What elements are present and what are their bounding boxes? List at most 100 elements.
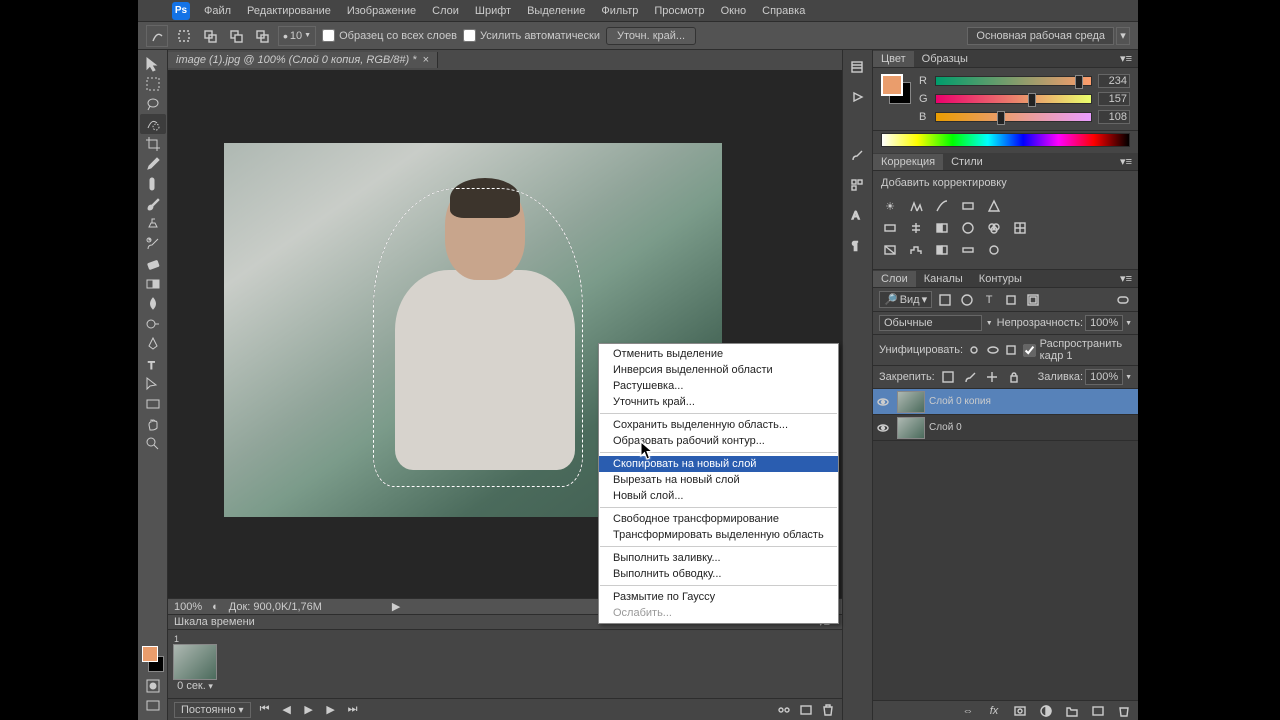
- menu-edit[interactable]: Редактирование: [239, 2, 339, 20]
- unify-position-icon[interactable]: [967, 342, 982, 358]
- layer-thumbnail[interactable]: [897, 391, 925, 413]
- panel-menu-icon[interactable]: ▾≡: [1114, 153, 1138, 170]
- lock-transparency-icon[interactable]: [939, 369, 957, 385]
- visibility-toggle-icon[interactable]: [873, 421, 893, 435]
- eyedropper-tool[interactable]: [140, 154, 166, 174]
- first-frame-icon[interactable]: ⏮: [257, 703, 273, 717]
- move-tool[interactable]: [140, 54, 166, 74]
- layer-thumbnail[interactable]: [897, 417, 925, 439]
- g-value[interactable]: 157: [1098, 92, 1130, 106]
- refine-edge-button[interactable]: Уточн. край...: [606, 27, 696, 45]
- adj-curves-icon[interactable]: [933, 198, 951, 214]
- context-menu-item[interactable]: Уточнить край...: [599, 394, 838, 410]
- adj-channel-mixer-icon[interactable]: [985, 220, 1003, 236]
- path-selection-tool[interactable]: [140, 374, 166, 394]
- r-slider[interactable]: [935, 76, 1092, 86]
- close-tab-icon[interactable]: ×: [423, 54, 429, 66]
- layer-row[interactable]: Слой 0 копия: [873, 389, 1138, 415]
- workspace-dropdown-icon[interactable]: ▾: [1116, 27, 1130, 45]
- lock-pixels-icon[interactable]: [961, 369, 979, 385]
- character-panel-icon[interactable]: A: [845, 204, 869, 226]
- prev-frame-icon[interactable]: ◀: [279, 703, 295, 717]
- context-menu-item[interactable]: Свободное трансформирование: [599, 511, 838, 527]
- zoom-level[interactable]: 100%: [174, 601, 202, 613]
- sample-all-layers-checkbox[interactable]: Образец со всех слоев: [322, 29, 457, 42]
- tween-icon[interactable]: [776, 703, 792, 717]
- new-layer-icon[interactable]: [1090, 703, 1106, 719]
- link-layers-icon[interactable]: ⇔: [960, 703, 976, 719]
- filter-shape-icon[interactable]: [1002, 292, 1020, 308]
- delete-layer-icon[interactable]: [1116, 703, 1132, 719]
- adjustment-layer-icon[interactable]: [1038, 703, 1054, 719]
- context-menu-item[interactable]: Выполнить заливку...: [599, 550, 838, 566]
- menu-filter[interactable]: Фильтр: [593, 2, 646, 20]
- rectangle-tool[interactable]: [140, 394, 166, 414]
- workspace-select[interactable]: Основная рабочая среда: [967, 27, 1114, 45]
- r-value[interactable]: 234: [1098, 74, 1130, 88]
- type-tool[interactable]: T: [140, 354, 166, 374]
- tab-layers[interactable]: Слои: [873, 271, 916, 287]
- adj-invert-icon[interactable]: [881, 242, 899, 258]
- paragraph-panel-icon[interactable]: ¶: [845, 234, 869, 256]
- subtract-selection-icon[interactable]: [226, 26, 246, 46]
- menu-layer[interactable]: Слои: [424, 2, 467, 20]
- fill-input[interactable]: 100%: [1085, 369, 1123, 385]
- brush-tool[interactable]: [140, 194, 166, 214]
- zoom-tool[interactable]: [140, 434, 166, 454]
- b-slider[interactable]: [935, 112, 1092, 122]
- lasso-tool[interactable]: [140, 94, 166, 114]
- context-menu-item[interactable]: Растушевка...: [599, 378, 838, 394]
- adj-gradient-map-icon[interactable]: [959, 242, 977, 258]
- pen-tool[interactable]: [140, 334, 166, 354]
- layer-row[interactable]: Слой 0: [873, 415, 1138, 441]
- marquee-tool[interactable]: [140, 74, 166, 94]
- last-frame-icon[interactable]: ⏭: [345, 703, 361, 717]
- adj-exposure-icon[interactable]: [959, 198, 977, 214]
- menu-help[interactable]: Справка: [754, 2, 813, 20]
- adj-brightness-icon[interactable]: ☀: [881, 198, 899, 214]
- panel-menu-icon[interactable]: ▾≡: [1114, 50, 1138, 67]
- screen-mode[interactable]: [140, 696, 166, 716]
- menu-select[interactable]: Выделение: [519, 2, 593, 20]
- context-menu-item[interactable]: Образовать рабочий контур...: [599, 433, 838, 449]
- timeline-frame[interactable]: 1 0 сек. ▾: [172, 634, 218, 694]
- frame-thumbnail[interactable]: [173, 644, 217, 680]
- adj-color-balance-icon[interactable]: [907, 220, 925, 236]
- quick-selection-tool[interactable]: [140, 114, 166, 134]
- opacity-input[interactable]: 100%: [1085, 315, 1123, 331]
- brush-panel-icon[interactable]: [845, 144, 869, 166]
- layer-style-icon[interactable]: fx: [986, 703, 1002, 719]
- add-selection-icon[interactable]: [200, 26, 220, 46]
- context-menu-item[interactable]: Размытие по Гауссу: [599, 589, 838, 605]
- b-value[interactable]: 108: [1098, 110, 1130, 124]
- menu-file[interactable]: Файл: [196, 2, 239, 20]
- history-brush-tool[interactable]: [140, 234, 166, 254]
- adj-vibrance-icon[interactable]: [985, 198, 1003, 214]
- unify-visibility-icon[interactable]: [986, 342, 1001, 358]
- layer-mask-icon[interactable]: [1012, 703, 1028, 719]
- blur-tool[interactable]: [140, 294, 166, 314]
- gradient-tool[interactable]: [140, 274, 166, 294]
- filter-adjust-icon[interactable]: [958, 292, 976, 308]
- layer-filter-kind[interactable]: 🔎 Вид ▾: [879, 291, 932, 308]
- clone-stamp-tool[interactable]: [140, 214, 166, 234]
- adj-bw-icon[interactable]: [933, 220, 951, 236]
- history-panel-icon[interactable]: [845, 56, 869, 78]
- document-tab[interactable]: image (1).jpg @ 100% (Слой 0 копия, RGB/…: [168, 52, 438, 68]
- loop-select[interactable]: Постоянно ▾: [174, 702, 251, 718]
- tab-paths[interactable]: Контуры: [971, 271, 1030, 287]
- new-selection-icon[interactable]: [174, 26, 194, 46]
- auto-enhance-checkbox[interactable]: Усилить автоматически: [463, 29, 600, 42]
- adj-threshold-icon[interactable]: [933, 242, 951, 258]
- intersect-selection-icon[interactable]: [252, 26, 272, 46]
- play-icon[interactable]: ▶: [301, 703, 317, 717]
- tab-adjustments[interactable]: Коррекция: [873, 154, 943, 170]
- menu-view[interactable]: Просмотр: [646, 2, 712, 20]
- context-menu-item[interactable]: Трансформировать выделенную область: [599, 527, 838, 543]
- context-menu-item[interactable]: Выполнить обводку...: [599, 566, 838, 582]
- adj-selective-color-icon[interactable]: [985, 242, 1003, 258]
- layer-name[interactable]: Слой 0: [929, 422, 1138, 433]
- healing-brush-tool[interactable]: [140, 174, 166, 194]
- blend-mode-select[interactable]: Обычные: [879, 315, 982, 331]
- color-swatches[interactable]: [140, 644, 166, 674]
